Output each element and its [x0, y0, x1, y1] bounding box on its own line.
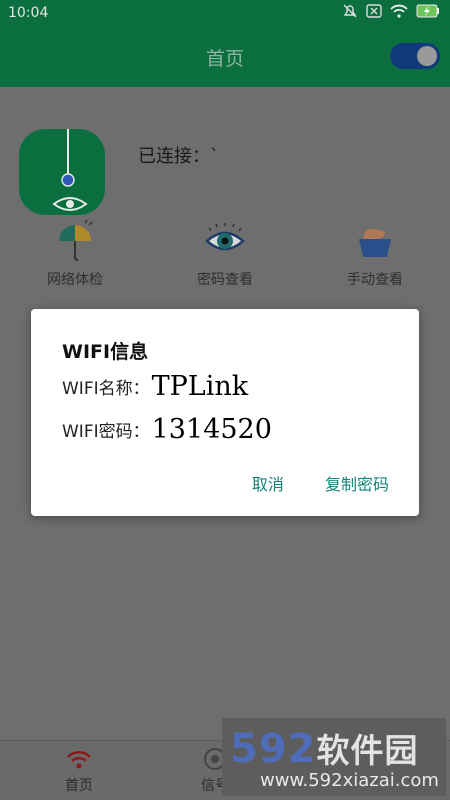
eye-icon	[205, 223, 245, 251]
umbrella-icon	[59, 219, 93, 261]
wifi-signal-icon	[67, 750, 91, 769]
wifi-password-value: 1314520	[151, 414, 272, 445]
watermark-url: www.592xiazai.com	[260, 770, 439, 791]
wifi-name-row: WIFI名称：TPLink	[62, 371, 248, 407]
status-time: 10:04	[8, 5, 49, 21]
nav-item-home[interactable]: 首页	[24, 747, 134, 795]
wifi-icon	[390, 4, 408, 18]
app-bar: 首页	[0, 26, 450, 87]
cancel-button[interactable]: 取消	[252, 471, 284, 495]
wifi-name-label: WIFI名称：	[62, 379, 150, 399]
copy-password-button[interactable]: 复制密码	[325, 471, 389, 495]
quick-action-network-check[interactable]: 网络体检	[0, 215, 150, 289]
page-title: 首页	[205, 48, 244, 70]
wifi-password-label: WIFI密码：	[62, 422, 150, 442]
dialog-title: WIFI信息	[62, 341, 149, 363]
quick-actions: 网络体检 密码查看 手动查看	[0, 215, 450, 295]
quick-action-label: 密码查看	[197, 272, 253, 288]
watermark-brand: 软件园	[316, 731, 419, 770]
wifi-name-value: TPLink	[151, 371, 249, 402]
battery-charging-icon	[416, 4, 439, 18]
quick-action-manual-view[interactable]: 手动查看	[300, 215, 450, 289]
eye-pendulum-icon	[19, 129, 105, 215]
quick-action-label: 网络体检	[47, 272, 103, 288]
quick-action-password-view[interactable]: 密码查看	[150, 215, 300, 289]
wifi-info-dialog: WIFI信息 WIFI名称：TPLink WIFI密码：1314520 取消 复…	[31, 309, 419, 516]
mute-icon	[343, 4, 357, 18]
site-watermark: 592软件园 www.592xiazai.com	[222, 718, 446, 796]
wifi-password-row: WIFI密码：1314520	[62, 414, 272, 450]
connection-status: 已连接：`	[138, 146, 219, 167]
status-bar: 10:04	[0, 0, 450, 26]
status-icons	[342, 4, 440, 18]
watermark-logo: 592软件园	[230, 724, 419, 772]
close-box-icon	[366, 4, 382, 18]
dialog-actions: 取消 复制密码	[216, 471, 389, 495]
nav-label-home: 首页	[65, 778, 93, 794]
quick-action-label: 手动查看	[347, 272, 403, 288]
watermark-digits: 592	[230, 726, 317, 772]
toggle-knob	[417, 46, 437, 66]
wifi-toggle[interactable]	[390, 43, 440, 69]
hand-icon	[359, 228, 391, 257]
